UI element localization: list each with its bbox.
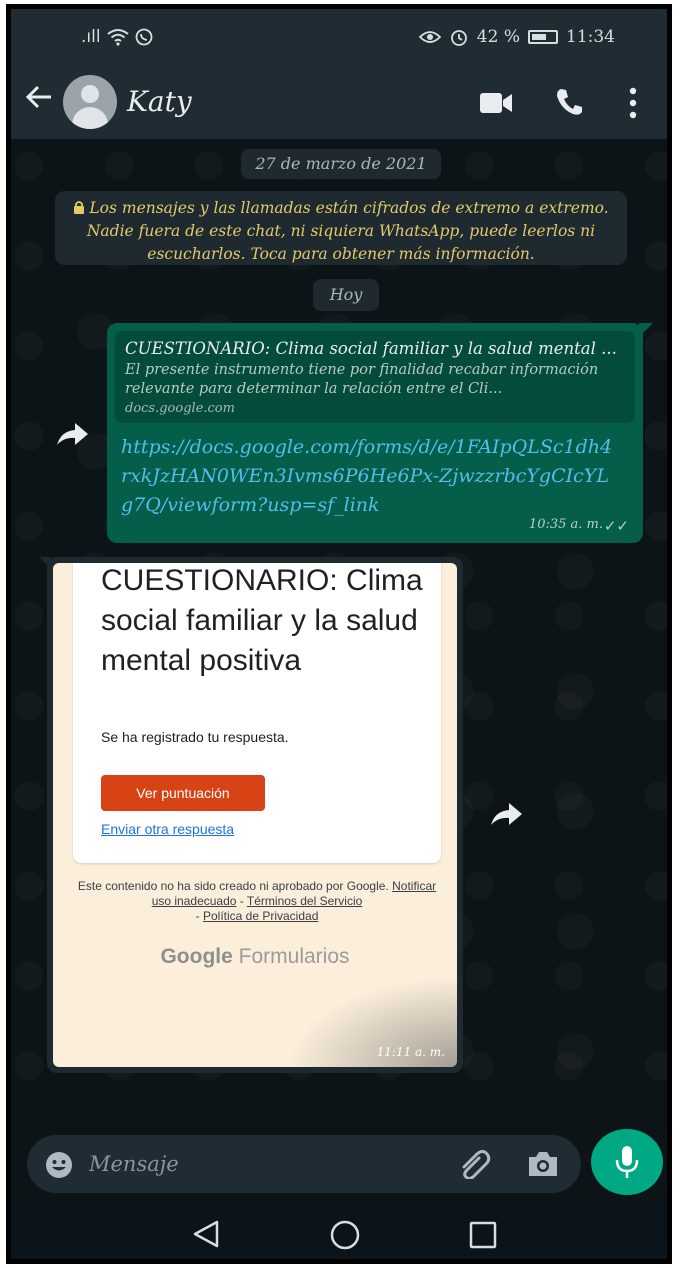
link-preview[interactable]: CUESTIONARIO: Clima social familiar y la…	[115, 331, 635, 423]
back-arrow-icon[interactable]	[25, 83, 53, 120]
signal-icon: .ıll	[81, 27, 101, 47]
message-link[interactable]: https://docs.google.com/forms/d/e/1FAIpQ…	[121, 433, 621, 520]
chat-header: Katy	[11, 67, 667, 139]
avatar-head	[81, 85, 99, 103]
disclaimer-prefix: Este contenido no ha sido creado ni apro…	[77, 879, 389, 893]
read-ticks-icon: ✓✓	[603, 517, 629, 535]
today-label: Hoy	[313, 279, 379, 311]
status-time: 11:34	[566, 27, 615, 47]
view-score-button: Ver puntuación	[101, 775, 265, 811]
form-confirmation: Se ha registrado tu respuesta.	[101, 729, 289, 745]
nav-recent-apps-icon[interactable]	[469, 1221, 497, 1249]
nav-home-icon[interactable]	[329, 1219, 361, 1251]
image-time: 11:11 a. m.	[376, 1045, 445, 1059]
lock-icon	[74, 201, 85, 214]
microphone-icon	[615, 1146, 639, 1178]
alarm-icon	[450, 30, 467, 46]
status-right: 42 % 11:34	[418, 27, 615, 47]
phone-screen: .ıll 42 % 11:34 Katy 27 de marzo de 2021…	[6, 4, 672, 1264]
emoji-icon[interactable]	[45, 1151, 73, 1179]
chat-area[interactable]: 27 de marzo de 2021 Los mensajes y las l…	[11, 139, 667, 1129]
nav-back-icon[interactable]	[191, 1219, 221, 1249]
form-disclaimer: Este contenido no ha sido creado ni apro…	[73, 879, 441, 924]
terms-link: Términos del Servicio	[246, 894, 363, 908]
form-card: CUESTIONARIO: Clima social familiar y la…	[73, 563, 441, 863]
status-left: .ıll	[81, 27, 153, 47]
message-time: 10:35 a. m.	[528, 517, 603, 532]
video-call-icon[interactable]	[479, 91, 513, 115]
whatsapp-icon	[135, 28, 152, 46]
wifi-icon	[106, 29, 129, 46]
disclaimer-separator: -	[236, 894, 247, 908]
date-label: 27 de marzo de 2021	[241, 149, 441, 179]
another-response-link: Enviar otra respuesta	[101, 821, 235, 837]
avatar-body	[72, 107, 108, 129]
forward-icon[interactable]	[489, 801, 523, 827]
encryption-text: Los mensajes y las llamadas están cifrad…	[86, 199, 609, 263]
disclaimer-separator: -	[195, 909, 203, 923]
preview-domain: docs.google.com	[125, 401, 235, 416]
form-screenshot-image[interactable]: CUESTIONARIO: Clima social familiar y la…	[53, 563, 457, 1067]
forward-icon[interactable]	[55, 421, 89, 447]
battery-icon	[528, 30, 558, 44]
attach-icon[interactable]	[459, 1149, 493, 1179]
voice-message-button[interactable]	[591, 1129, 663, 1195]
more-options-icon[interactable]	[629, 87, 637, 119]
logo-forms: Formularios	[238, 945, 350, 968]
camera-icon[interactable]	[527, 1149, 559, 1179]
message-field[interactable]	[27, 1135, 581, 1193]
input-bar	[11, 1129, 667, 1199]
encryption-notice[interactable]: Los mensajes y las llamadas están cifrad…	[55, 191, 627, 265]
status-bar: .ıll 42 % 11:34	[11, 9, 667, 67]
image-message[interactable]: CUESTIONARIO: Clima social familiar y la…	[39, 557, 463, 1073]
android-nav-bar	[11, 1199, 667, 1259]
eye-icon	[418, 31, 441, 43]
message-input[interactable]	[89, 1145, 449, 1183]
google-forms-logo: Google Formularios	[53, 945, 457, 969]
form-title: CUESTIONARIO: Clima social familiar y la…	[101, 564, 423, 677]
preview-title: CUESTIONARIO: Clima social familiar y la…	[125, 339, 617, 358]
privacy-link: Política de Privacidad	[202, 909, 319, 923]
avatar[interactable]	[63, 75, 117, 129]
preview-description: El presente instrumento tiene por finali…	[125, 362, 599, 397]
battery-percent: 42 %	[476, 27, 520, 47]
voice-call-icon[interactable]	[555, 87, 583, 117]
outgoing-message[interactable]: CUESTIONARIO: Clima social familiar y la…	[107, 323, 653, 543]
logo-google: Google	[160, 945, 233, 968]
contact-name[interactable]: Katy	[127, 85, 192, 118]
